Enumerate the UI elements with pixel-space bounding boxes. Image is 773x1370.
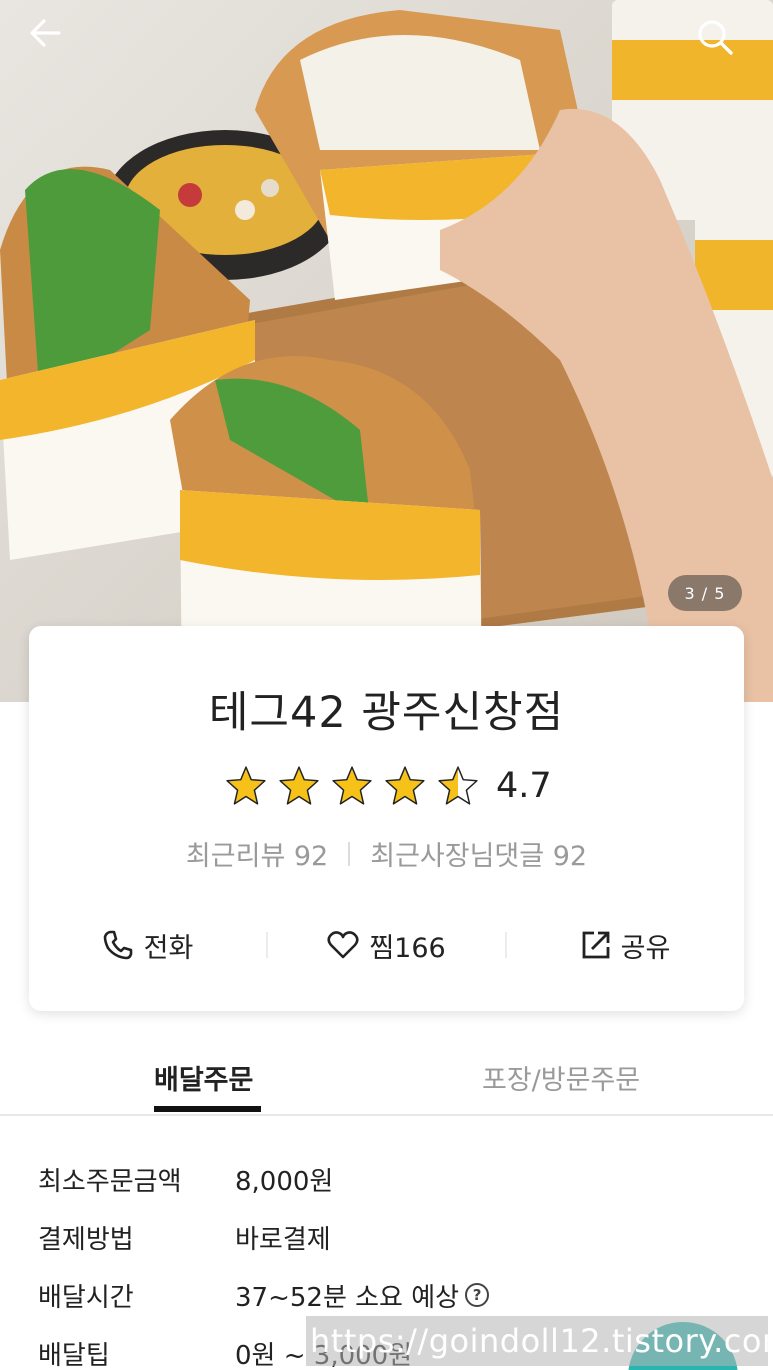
order-type-tabs: 배달주문 포장/방문주문 bbox=[0, 1040, 773, 1116]
star-filled-icon bbox=[226, 766, 266, 805]
star-filled-icon bbox=[279, 766, 319, 805]
like-button[interactable]: 찜166 bbox=[268, 926, 505, 965]
store-actions: 전화 찜166 공유 bbox=[29, 920, 744, 970]
phone-icon bbox=[103, 930, 132, 960]
share-button[interactable]: 공유 bbox=[507, 926, 744, 965]
call-label: 전화 bbox=[143, 932, 194, 964]
delivery-time-value: 37~52분 소요 예상 bbox=[235, 1282, 460, 1313]
search-button[interactable] bbox=[696, 18, 744, 66]
share-label: 공유 bbox=[620, 932, 671, 964]
info-row-payment: 결제방법 바로결제 bbox=[38, 1208, 738, 1266]
search-icon bbox=[698, 20, 733, 55]
back-button[interactable] bbox=[28, 18, 76, 66]
info-row-min-order: 최소주문금액 8,000원 bbox=[38, 1150, 738, 1208]
min-order-label: 최소주문금액 bbox=[38, 1166, 182, 1197]
recent-reviews-link[interactable]: 최근리뷰 92 bbox=[186, 834, 328, 873]
tab-pickup[interactable]: 포장/방문주문 bbox=[482, 1058, 640, 1097]
watermark-text: https://goindoll12.tistory.com bbox=[306, 1316, 773, 1366]
delivery-tip-label: 배달팁 bbox=[38, 1340, 110, 1370]
active-tab-indicator bbox=[154, 1106, 261, 1112]
tab-delivery[interactable]: 배달주문 bbox=[154, 1058, 253, 1097]
call-button[interactable]: 전화 bbox=[29, 926, 266, 965]
star-half-icon bbox=[438, 766, 478, 805]
share-icon bbox=[582, 931, 610, 959]
delivery-time-label: 배달시간 bbox=[38, 1282, 134, 1313]
star-filled-icon bbox=[332, 766, 372, 805]
heart-icon bbox=[327, 931, 359, 959]
delivery-time-value-wrap: 37~52분 소요 예상 ? bbox=[235, 1277, 490, 1314]
rating-value: 4.7 bbox=[496, 766, 552, 806]
payment-label: 결제방법 bbox=[38, 1224, 134, 1255]
star-filled-icon bbox=[385, 766, 425, 805]
store-info-card: 테그42 광주신창점 4.7 최근리뷰 92 최근사장님댓글 92 전화 찜16… bbox=[29, 626, 744, 1011]
recent-owner-replies-link[interactable]: 최근사장님댓글 92 bbox=[370, 834, 587, 873]
review-summary: 최근리뷰 92 최근사장님댓글 92 bbox=[29, 834, 744, 873]
min-order-value: 8,000원 bbox=[235, 1166, 334, 1197]
store-name: 테그42 광주신창점 bbox=[208, 688, 565, 738]
image-counter: 3 / 5 bbox=[668, 575, 742, 611]
payment-value: 바로결제 bbox=[235, 1224, 331, 1255]
arrow-left-icon bbox=[30, 19, 61, 47]
store-hero-image[interactable]: 3 / 5 bbox=[0, 0, 773, 702]
like-label: 찜166 bbox=[369, 932, 446, 964]
food-photo-illustration bbox=[0, 0, 773, 702]
help-icon[interactable]: ? bbox=[465, 1283, 490, 1307]
rating-row: 4.7 bbox=[225, 764, 552, 808]
divider bbox=[348, 841, 351, 866]
